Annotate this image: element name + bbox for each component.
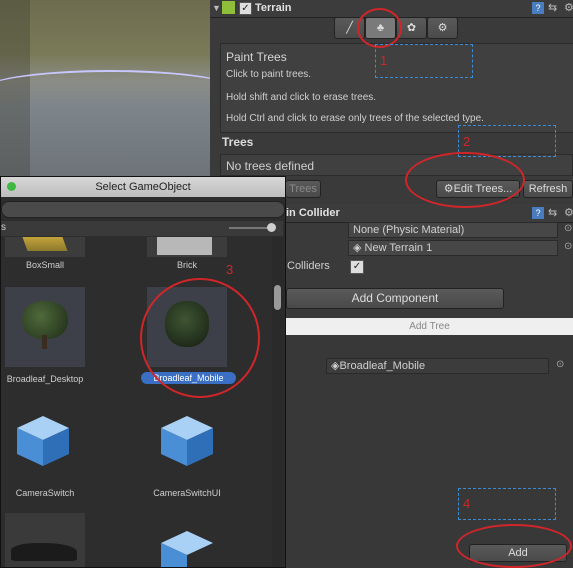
annotation-number-4: 4: [463, 496, 471, 511]
broadleaf-desktop-thumb[interactable]: [5, 287, 85, 367]
tree-trunk: [42, 335, 47, 349]
item-label[interactable]: CameraSwitchUI: [147, 488, 227, 498]
tab-terrain-settings[interactable]: ⚙: [427, 17, 458, 39]
gear-icon[interactable]: ⚙: [564, 206, 573, 219]
component-title: Terrain: [255, 2, 292, 14]
item-label[interactable]: CameraSwitch: [5, 488, 85, 498]
gear-icon[interactable]: ⚙: [564, 1, 573, 14]
terrain-ridge: [0, 70, 210, 112]
paint-hint-3: Hold Ctrl and click to erase only trees …: [226, 113, 484, 124]
tab-assets-partial[interactable]: s: [1, 222, 6, 233]
terrain-data-field[interactable]: ◈ New Terrain 1: [348, 240, 558, 256]
tree-prefab-value: Broadleaf_Mobile: [339, 360, 426, 372]
car-thumb[interactable]: [5, 513, 85, 567]
boxsmall-thumb[interactable]: [5, 237, 85, 257]
annotation-number-2: 2: [463, 134, 471, 149]
paint-trees-title: Paint Trees: [226, 50, 287, 64]
tree-prefab-field[interactable]: ◈Broadleaf_Mobile: [326, 358, 549, 374]
paint-hint-2: Hold shift and click to erase trees.: [226, 92, 377, 103]
settings-icon[interactable]: ⇆: [548, 1, 557, 14]
annotation-number-3: 3: [226, 262, 234, 277]
refresh-button[interactable]: Refresh: [523, 180, 573, 198]
window-zoom-icon[interactable]: [7, 182, 16, 191]
tree-list-empty: No trees defined: [226, 159, 315, 173]
cube-icon: [161, 531, 213, 567]
brick-thumb[interactable]: [147, 237, 227, 257]
boxsmall-shape: [22, 237, 68, 251]
dialog-scrollbar[interactable]: [272, 237, 284, 567]
object-picker-icon[interactable]: ⊙: [564, 223, 572, 234]
add-component-button[interactable]: Add Component: [286, 288, 504, 309]
physic-material-field[interactable]: None (Physic Material): [348, 222, 558, 238]
item-label[interactable]: BoxSmall: [5, 260, 85, 270]
settings-icon[interactable]: ⇆: [548, 206, 557, 219]
help-icon[interactable]: ?: [532, 207, 544, 219]
brick-shape: [157, 237, 212, 255]
annotation-circle-1: [357, 8, 402, 48]
collider-title: in Collider: [286, 207, 340, 219]
item-label[interactable]: Broadleaf_Desktop: [1, 374, 89, 384]
enabled-checkbox[interactable]: ✓: [239, 2, 252, 15]
scrollbar-thumb[interactable]: [274, 285, 281, 310]
add-tree-title: Add Tree: [286, 318, 573, 335]
cube-icon: [17, 416, 69, 466]
cameraswitchui-thumb[interactable]: [159, 412, 215, 471]
trees-partial-button[interactable]: Trees: [286, 180, 321, 198]
terrain-data-icon: ◈: [353, 242, 362, 254]
gear-icon: ⚙: [437, 22, 448, 34]
cube-icon: [161, 416, 213, 466]
scene-view[interactable]: [0, 0, 210, 180]
zoom-slider-thumb[interactable]: [267, 223, 276, 232]
grass-icon: ✿: [406, 22, 417, 34]
paint-hint-1: Click to paint trees.: [226, 69, 312, 80]
terrain-data-value: New Terrain 1: [364, 242, 433, 254]
dialog-toolbar: s: [1, 221, 283, 236]
foldout-arrow-icon[interactable]: ▼: [212, 3, 221, 13]
item-label[interactable]: Brick: [147, 260, 227, 270]
tree-foliage: [22, 301, 68, 339]
object-picker-icon[interactable]: ⊙: [564, 241, 572, 252]
colliders-label: Colliders: [287, 260, 330, 272]
search-input[interactable]: [1, 201, 285, 218]
annotation-circle-3: [140, 278, 260, 398]
car-body: [11, 543, 77, 561]
annotation-circle-4: [456, 524, 572, 568]
annotation-number-1: 1: [380, 53, 388, 68]
cube-thumb[interactable]: [159, 527, 215, 567]
terrain-icon: [222, 1, 235, 14]
trees-header: Trees: [222, 135, 254, 149]
help-icon[interactable]: ?: [532, 2, 544, 14]
dialog-title: Select GameObject: [95, 181, 191, 193]
brush-icon: ╱: [346, 22, 353, 34]
colliders-checkbox[interactable]: ✓: [350, 260, 364, 274]
annotation-box-1: [375, 44, 473, 78]
annotation-circle-2: [405, 152, 525, 208]
dialog-titlebar[interactable]: Select GameObject: [1, 177, 285, 197]
annotation-box-4: [458, 488, 556, 520]
cameraswitch-thumb[interactable]: [15, 412, 71, 471]
object-picker-icon[interactable]: ⊙: [556, 359, 564, 370]
